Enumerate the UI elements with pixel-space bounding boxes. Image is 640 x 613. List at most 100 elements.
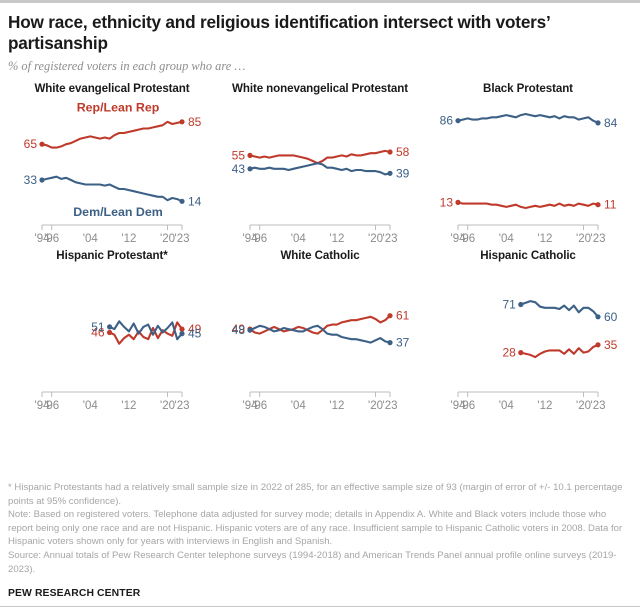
x-axis-tick-label: '20 (368, 233, 383, 245)
panel-plot: '94'96'04'12'20'23 28 35 71 60 (424, 264, 632, 416)
chart-subtitle: % of registered voters in each group who… (8, 59, 246, 74)
democrat-end-dot (179, 198, 185, 205)
x-axis-tick-label: '20 (576, 400, 591, 412)
republican-start-value: 13 (440, 196, 454, 210)
panel-hispanic-protestant: Hispanic Protestant* '94'96'04'12'20'23 … (8, 249, 216, 416)
democrat-start-dot (455, 118, 461, 124)
democrat-start-dot (518, 302, 524, 308)
democrat-end-dot (595, 120, 601, 126)
panel-row: White evangelical Protestant '94'96'04'1… (8, 82, 632, 249)
panel-plot: '94'96'04'12'20'23 49 61 48 37 (216, 264, 424, 416)
republican-line (456, 201, 600, 210)
democrat-start-dot (247, 166, 253, 172)
x-axis-tick-label: '20 (576, 233, 591, 245)
democrat-end-value: 60 (604, 310, 618, 324)
panel-white-evangelical-protestant: White evangelical Protestant '94'96'04'1… (8, 82, 216, 249)
panel-title: Hispanic Catholic (480, 249, 576, 263)
panel-title: White nonevangelical Protestant (232, 82, 408, 96)
x-axis-tick-label: '96 (44, 400, 59, 412)
footnote-source: Source: Annual totals of Pew Research Ce… (8, 550, 617, 575)
x-axis-tick-label: '12 (121, 233, 136, 245)
x-axis-tick-label: '04 (83, 400, 99, 412)
republican-start-dot (455, 200, 461, 206)
republican-start-dot (247, 153, 253, 159)
republican-line (519, 344, 600, 359)
democrat-start-value: 33 (24, 173, 38, 187)
x-axis-tick-label: '23 (591, 400, 606, 412)
democrat-end-value: 84 (604, 116, 618, 130)
republican-start-dot (518, 350, 524, 356)
democrat-line (519, 300, 600, 319)
republican-start-value: 65 (24, 137, 38, 151)
republican-end-dot (595, 342, 601, 348)
x-axis-tick-label: '20 (160, 233, 175, 245)
footnote-asterisk: * Hispanic Protestants had a relatively … (8, 482, 623, 507)
republican-end-value: 58 (396, 145, 410, 159)
democrat-line (108, 320, 184, 341)
x-axis-tick-label: '23 (591, 233, 606, 245)
democrat-end-value: 39 (396, 167, 410, 181)
democrat-end-value: 14 (188, 195, 202, 209)
democrat-start-value: 51 (91, 320, 105, 334)
panel-plot: '94'96'04'12'20'23 65 85 33 14 Rep/Lean R… (8, 97, 216, 249)
x-axis-tick-label: '20 (368, 400, 383, 412)
x-axis-tick-label: '12 (329, 400, 344, 412)
republican-series-label: Rep/Lean Rep (77, 101, 160, 115)
republican-end-dot (179, 119, 185, 125)
panel-white-catholic: White Catholic '94'96'04'12'20'23 49 61 … (216, 249, 424, 416)
x-axis-tick-label: '12 (537, 400, 552, 412)
x-axis-tick-label: '04 (83, 233, 99, 245)
x-axis-tick-label: '96 (460, 400, 475, 412)
republican-end-dot (179, 326, 185, 332)
democrat-start-value: 48 (232, 323, 246, 337)
pew-research-center-brand: PEW RESEARCH CENTER (8, 588, 141, 600)
democrat-line (40, 175, 184, 203)
x-axis-tick-label: '96 (252, 233, 267, 245)
panel-title: Black Protestant (483, 82, 573, 96)
x-axis-tick-label: '04 (291, 400, 307, 412)
democrat-line (456, 113, 600, 125)
republican-end-value: 85 (188, 115, 202, 129)
democrat-end-value: 45 (188, 327, 202, 341)
republican-end-value: 35 (604, 338, 618, 352)
republican-end-value: 61 (396, 309, 410, 323)
top-divider (0, 0, 640, 3)
democrat-end-dot (179, 331, 185, 337)
chart-page: How race, ethnicity and religious identi… (0, 0, 640, 613)
x-axis-tick-label: '12 (121, 400, 136, 412)
democrat-start-value: 71 (502, 298, 516, 312)
x-axis-tick-label: '23 (383, 233, 398, 245)
republican-start-dot (39, 141, 45, 148)
panel-white-nonevangelical-protestant: White nonevangelical Protestant '94'96'0… (216, 82, 424, 249)
democrat-start-dot (39, 177, 45, 183)
panel-plot: '94'96'04'12'20'23 13 11 86 84 (424, 97, 632, 249)
republican-start-value: 55 (232, 149, 246, 163)
x-axis-tick-label: '96 (460, 233, 475, 245)
x-axis-tick-label: '23 (175, 400, 190, 412)
small-multiples-grid: White evangelical Protestant '94'96'04'1… (8, 82, 632, 416)
republican-end-dot (387, 313, 393, 319)
bottom-divider (0, 606, 640, 607)
democrat-end-value: 37 (396, 336, 410, 350)
x-axis-tick-label: '04 (499, 400, 515, 412)
panel-plot: '94'96'04'12'20'23 55 58 43 39 (216, 97, 424, 249)
x-axis-tick-label: '20 (160, 400, 175, 412)
panel-plot: '94'96'04'12'20'23 46 49 51 45 (8, 264, 216, 416)
panel-title: Hispanic Protestant* (56, 249, 168, 263)
republican-line (40, 121, 184, 149)
footnote-note: Note: Based on registered voters. Teleph… (8, 509, 623, 548)
republican-start-value: 28 (502, 346, 516, 360)
democrat-line (248, 162, 392, 176)
x-axis-tick-label: '12 (329, 233, 344, 245)
democrat-start-dot (247, 327, 253, 334)
democrat-end-dot (387, 170, 393, 177)
x-axis-tick-label: '12 (537, 233, 552, 245)
republican-start-dot (107, 330, 113, 336)
panel-row: Hispanic Protestant* '94'96'04'12'20'23 … (8, 249, 632, 416)
republican-line (248, 150, 392, 165)
x-axis-tick-label: '04 (291, 233, 307, 245)
page-title: How race, ethnicity and religious identi… (8, 12, 550, 53)
democrat-start-value: 43 (232, 162, 246, 176)
x-axis-tick-label: '96 (252, 400, 267, 412)
republican-end-value: 11 (604, 198, 617, 212)
